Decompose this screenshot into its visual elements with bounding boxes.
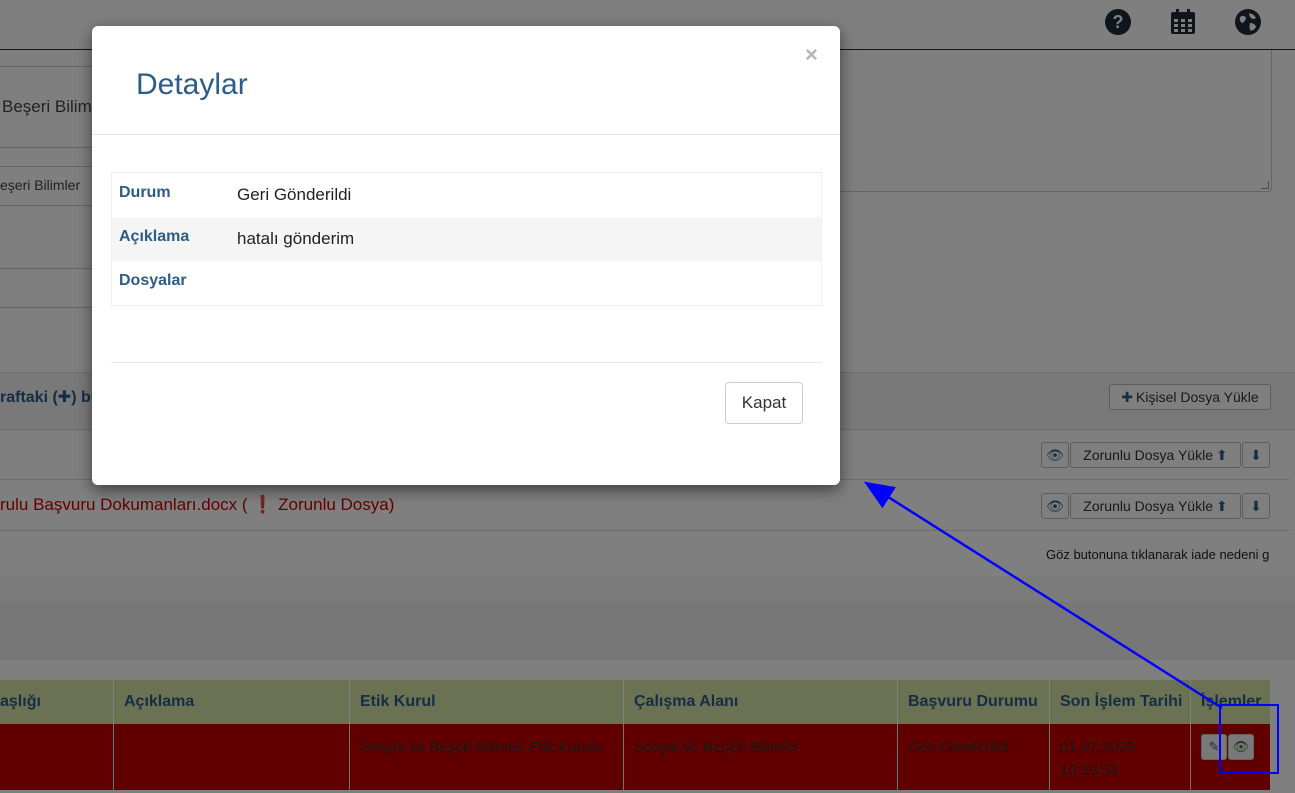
detail-label: Durum bbox=[119, 184, 171, 201]
detail-label: Açıklama bbox=[119, 228, 190, 245]
detail-label: Dosyalar bbox=[119, 272, 187, 289]
detail-row-description: Açıklama hatalı gönderim bbox=[112, 217, 821, 261]
close-icon[interactable]: × bbox=[805, 42, 818, 68]
detail-row-files: Dosyalar bbox=[112, 261, 821, 305]
modal-header: Detaylar × bbox=[92, 26, 840, 135]
modal-footer-divider bbox=[111, 362, 822, 363]
highlight-box bbox=[1219, 704, 1279, 774]
detail-value: hatalı gönderim bbox=[237, 229, 355, 248]
details-modal: Detaylar × Durum Geri Gönderildi Açıklam… bbox=[92, 26, 840, 485]
details-table: Durum Geri Gönderildi Açıklama hatalı gö… bbox=[111, 172, 822, 306]
modal-title: Detaylar bbox=[136, 68, 248, 101]
detail-value: Geri Gönderildi bbox=[237, 185, 352, 204]
close-button[interactable]: Kapat bbox=[725, 382, 803, 424]
detail-row-status: Durum Geri Gönderildi bbox=[112, 173, 821, 217]
